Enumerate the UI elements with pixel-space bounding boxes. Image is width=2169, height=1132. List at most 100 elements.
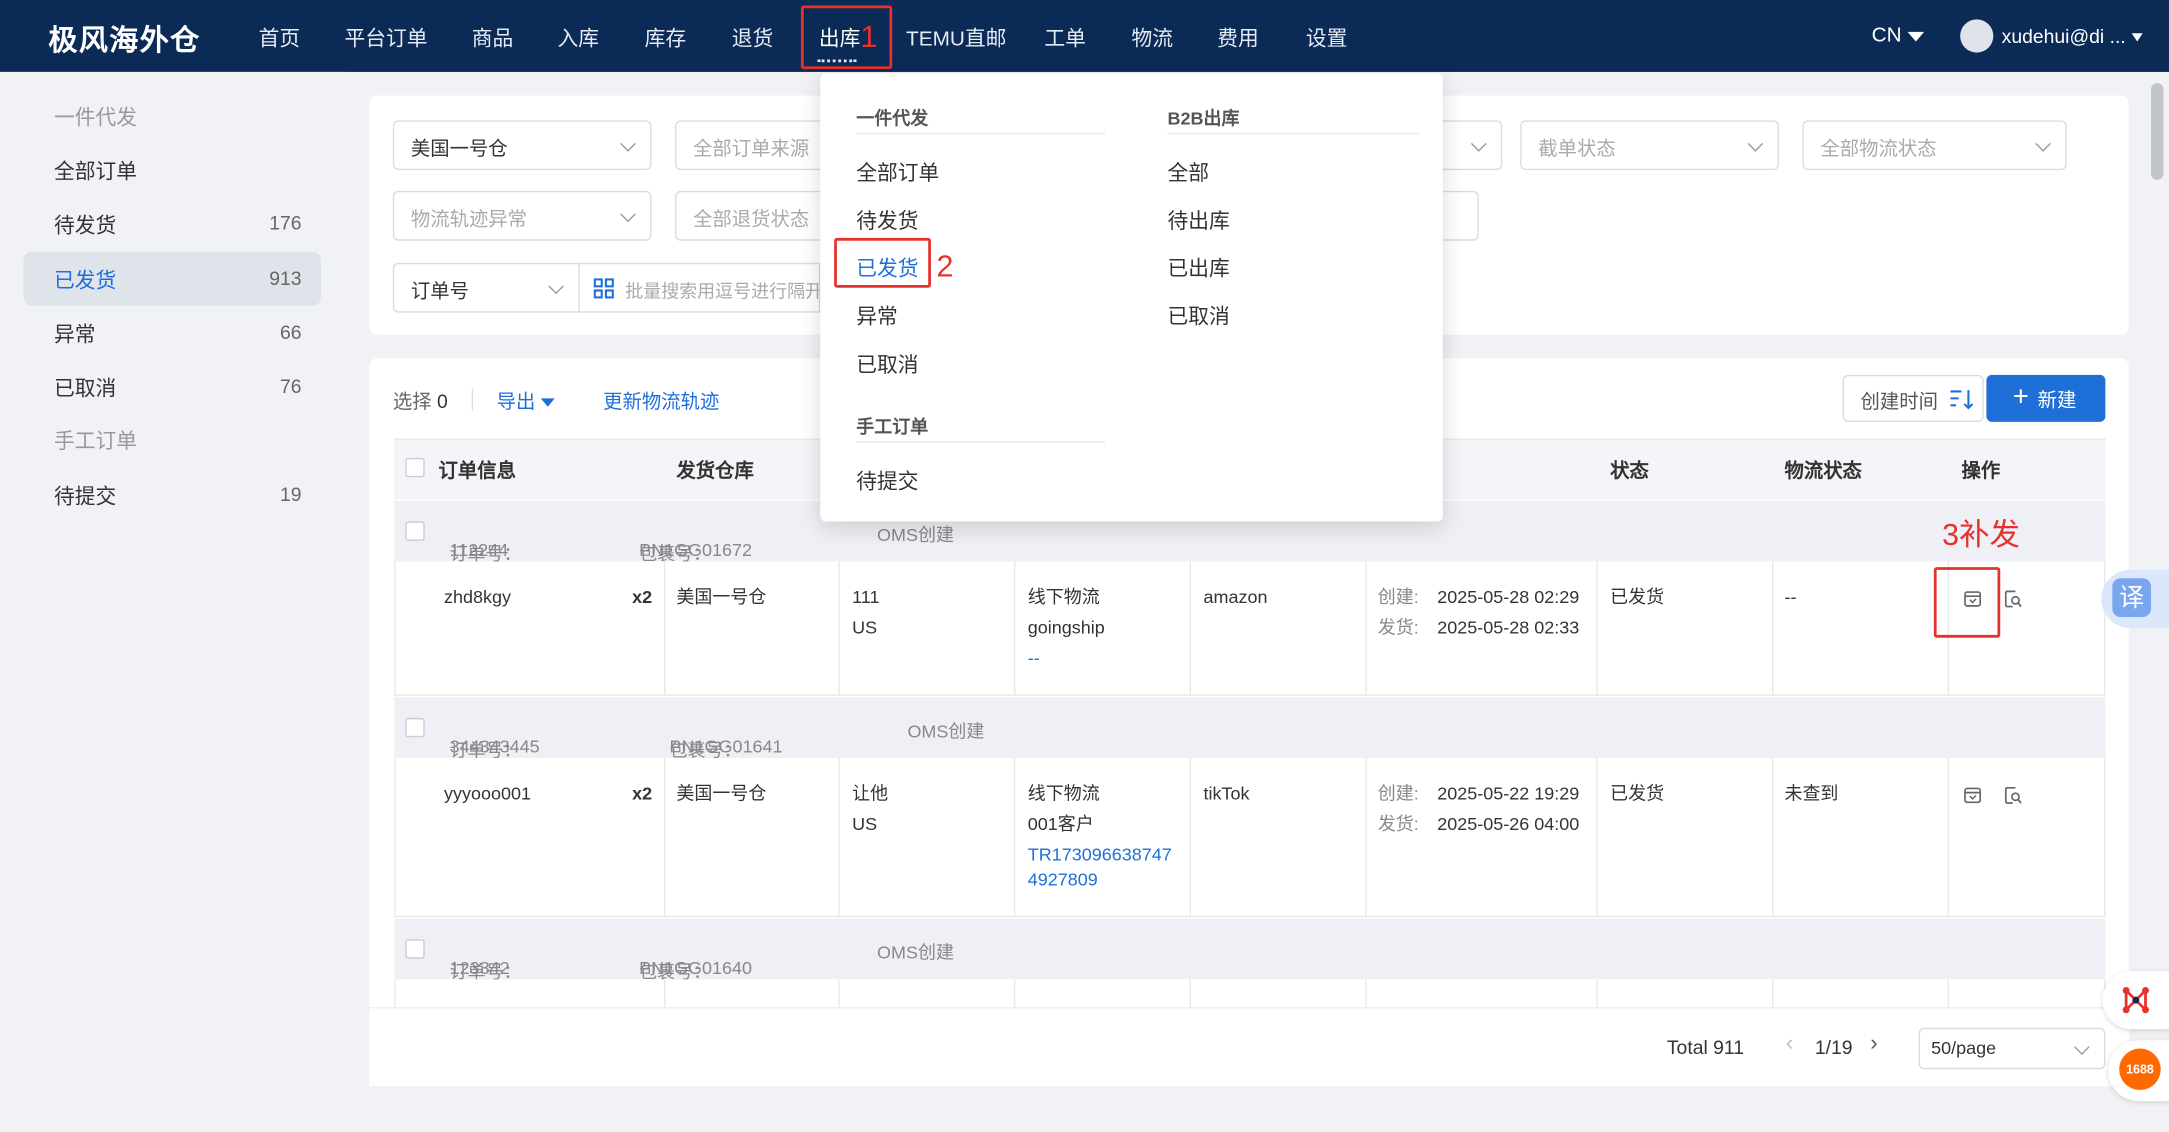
sidebar-item-exception[interactable]: 异常 66 (24, 306, 321, 360)
track-exception-placeholder: 物流轨迹异常 (410, 207, 528, 230)
track-exception-select[interactable]: 物流轨迹异常 (392, 190, 652, 241)
carrier-channel: goingship (1027, 616, 1105, 638)
sidebar-item-label: 待发货 (53, 214, 117, 238)
reship-icon[interactable] (1963, 786, 1982, 805)
nav-temu[interactable]: TEMU直邮 (906, 24, 1006, 53)
menu-item-all-orders[interactable]: 全部订单 (856, 158, 939, 187)
page-indicator: 1/19 (1814, 1036, 1853, 1059)
order-checkbox[interactable] (405, 939, 425, 959)
sidebar-item-cancelled[interactable]: 已取消 76 (24, 360, 321, 414)
order-number-value: 344343445 (449, 735, 540, 757)
warehouse-select[interactable]: 美国一号仓 (392, 120, 652, 171)
logistics-status: 未查到 (1784, 782, 1839, 804)
avatar[interactable] (1960, 19, 1994, 53)
nav-home[interactable]: 首页 (259, 24, 301, 53)
sidebar-item-pending[interactable]: 待发货 176 (24, 196, 321, 250)
menu-item-b2b-all[interactable]: 全部 (1168, 158, 1210, 187)
nav-fees[interactable]: 费用 (1217, 24, 1259, 53)
cell-divider (1013, 561, 1016, 695)
new-order-button[interactable]: + 新建 (1986, 374, 2106, 422)
sidebar-item-shipped[interactable]: 已发货 913 (23, 251, 321, 306)
menu-group-b2b: B2B出库 (1167, 107, 1240, 129)
sidebar-item-all-orders[interactable]: 全部订单 (24, 142, 321, 196)
menu-item-b2b-cancelled[interactable]: 已取消 (1168, 302, 1230, 331)
user-menu[interactable]: xudehui@di ... (2002, 25, 2143, 47)
menu-item-b2b-shipped[interactable]: 已出库 (1168, 253, 1230, 282)
return-status-placeholder: 全部退货状态 (693, 207, 810, 230)
cell-divider (1189, 758, 1192, 916)
nav-products[interactable]: 商品 (472, 24, 514, 53)
translate-widget[interactable]: 译 (2101, 569, 2169, 629)
chevron-down-icon (1470, 136, 1487, 152)
nav-tickets[interactable]: 工单 (1044, 24, 1086, 53)
alibaba-widget[interactable]: 1688 (2108, 1040, 2169, 1102)
select-all-checkbox[interactable] (405, 457, 425, 478)
language-switch[interactable]: CN (1871, 23, 1924, 48)
cutoff-status-select[interactable]: 截单状态 (1520, 120, 1779, 171)
logistics-status-select[interactable]: 全部物流状态 (1802, 120, 2067, 171)
update-tracking-button[interactable]: 更新物流轨迹 (603, 387, 719, 415)
sidebar-group-dropship: 一件代发 (24, 89, 321, 143)
order-source: OMS创建 (877, 942, 954, 963)
cell-divider (1596, 758, 1598, 916)
toolbar-divider (471, 388, 474, 411)
menu-item-cancelled[interactable]: 已取消 (856, 350, 918, 379)
created-time: 2025-05-28 02:29 (1437, 586, 1580, 608)
nav-inventory[interactable]: 库存 (645, 24, 687, 53)
warehouse: 美国一号仓 (676, 586, 767, 608)
nav-returns[interactable]: 退货 (732, 24, 774, 53)
app-window: 极风海外仓 首页 平台订单 商品 入库 库存 退货 出库 1 TEMU直邮 工单… (0, 0, 2169, 1132)
search-type-select[interactable]: 订单号 (392, 262, 580, 313)
shipped-time: 2025-05-26 04:00 (1437, 813, 1580, 835)
nav-inbound[interactable]: 入库 (557, 24, 599, 53)
next-page-icon[interactable]: › (1870, 1032, 1877, 1057)
batch-search-input[interactable]: 批量搜索用逗号进行隔开 (578, 262, 821, 313)
menu-item-to-submit[interactable]: 待提交 (856, 466, 918, 495)
sidebar-item-count: 19 (280, 482, 302, 505)
order-checkbox[interactable] (405, 717, 425, 738)
order-checkbox[interactable] (405, 521, 425, 541)
order-source-placeholder: 全部订单来源 (693, 136, 810, 160)
language-label: CN (1871, 23, 1902, 48)
nav-settings[interactable]: 设置 (1306, 24, 1348, 53)
order-status: 已发货 (1610, 782, 1665, 804)
tracking-number-link[interactable]: -- (1028, 643, 1040, 673)
tracking-number-link-cont[interactable]: 4927809 (1028, 865, 1098, 895)
sidebar-item-count: 913 (269, 266, 302, 290)
nav-logistics[interactable]: 物流 (1132, 24, 1174, 53)
scrollbar[interactable] (2151, 82, 2164, 180)
package-number-value: PN1GG01640 (639, 957, 753, 978)
prev-page-icon[interactable]: ‹ (1786, 1032, 1793, 1057)
sidebar-group-manual: 手工订单 (24, 412, 321, 466)
view-detail-icon[interactable] (2003, 589, 2022, 608)
menu-item-exception[interactable]: 异常 (856, 302, 898, 331)
cell-divider (394, 758, 396, 916)
annotation-step-2: 2 (936, 248, 954, 284)
shipped-time: 2025-05-28 02:33 (1437, 616, 1580, 638)
menu-divider (856, 441, 1106, 443)
platform: tikTok (1203, 782, 1250, 804)
sidebar-item-to-submit[interactable]: 待提交 19 (24, 468, 321, 522)
cell-divider (663, 979, 666, 1008)
export-button[interactable]: 导出 (497, 387, 555, 415)
sort-button[interactable]: 创建时间 (1842, 374, 1984, 422)
page-size-select[interactable]: 50/page (1918, 1027, 2106, 1070)
cell-divider (838, 758, 840, 916)
cell-divider (1947, 758, 1950, 916)
chevron-down-icon (1747, 136, 1764, 152)
nav-platform-orders[interactable]: 平台订单 (344, 24, 427, 53)
menu-item-pending[interactable]: 待发货 (856, 206, 918, 235)
cell-divider (2103, 561, 2106, 695)
cell-divider (1189, 561, 1192, 695)
package-number-value: PN1GG01641 (669, 735, 783, 757)
ai-assistant-widget[interactable] (2102, 971, 2169, 1030)
chevron-down-icon (620, 206, 636, 223)
table-row-partial (394, 979, 2106, 1008)
view-detail-icon[interactable] (2003, 786, 2022, 805)
carrier: 线下物流 (1027, 782, 1100, 804)
column-header-logistics-status: 物流状态 (1784, 459, 1862, 482)
menu-item-b2b-pending[interactable]: 待出库 (1168, 206, 1230, 235)
chevron-down-icon (548, 278, 564, 295)
batch-search-placeholder: 批量搜索用逗号进行隔开 (625, 280, 819, 302)
new-order-label: 新建 (2037, 388, 2077, 411)
